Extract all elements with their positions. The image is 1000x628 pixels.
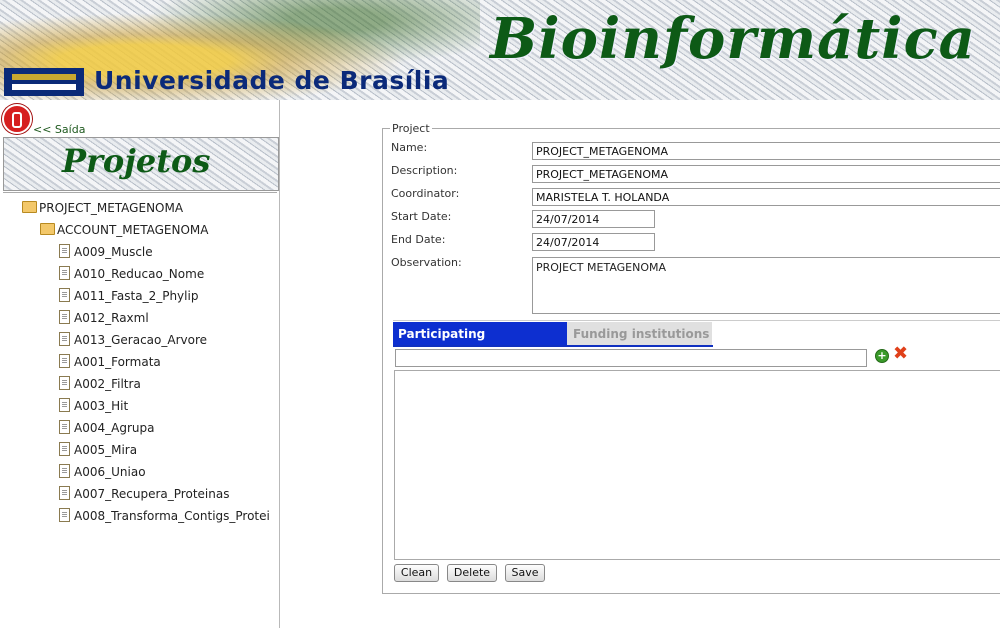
tree-activity-node[interactable]: A005_Mira [59, 442, 137, 458]
tree-project-label: PROJECT_METAGENOMA [39, 201, 184, 215]
tree-activity-label: A005_Mira [74, 443, 138, 457]
folder-icon [40, 223, 55, 235]
document-icon [59, 310, 70, 324]
institutions-list[interactable] [394, 370, 1000, 560]
description-field[interactable]: PROJECT_METAGENOMA [532, 165, 1000, 183]
tree-activity-node[interactable]: A010_Reducao_Nome [59, 266, 204, 282]
university-name: Universidade de Brasília [94, 66, 450, 95]
tree-project-node[interactable]: PROJECT_METAGENOMA [22, 200, 183, 216]
tab-underline [393, 345, 713, 347]
coordinator-label: Coordinator: [391, 187, 460, 200]
end-date-label: End Date: [391, 233, 446, 246]
tree-account-node[interactable]: ACCOUNT_METAGENOMA [40, 222, 209, 238]
document-icon [59, 288, 70, 302]
document-icon [59, 420, 70, 434]
tree-activity-node[interactable]: A009_Muscle [59, 244, 153, 260]
power-icon[interactable] [2, 104, 32, 134]
tab-participating-institutions[interactable]: Participating institutions [393, 322, 567, 365]
tree-activity-label: A009_Muscle [74, 245, 153, 259]
tree-activity-node[interactable]: A002_Filtra [59, 376, 141, 392]
document-icon [59, 354, 70, 368]
end-date-field[interactable]: 24/07/2014 [532, 233, 655, 251]
document-icon [59, 442, 70, 456]
tree-activity-label: A002_Filtra [74, 377, 141, 391]
tree-activity-label: A001_Formata [74, 355, 161, 369]
observation-label: Observation: [391, 256, 462, 269]
coordinator-field[interactable]: MARISTELA T. HOLANDA [532, 188, 1000, 206]
clean-button[interactable]: Clean [394, 564, 439, 582]
tree-activity-node[interactable]: A013_Geracao_Arvore [59, 332, 207, 348]
tree-activity-node[interactable]: A001_Formata [59, 354, 161, 370]
tree-activity-label: A004_Agrupa [74, 421, 155, 435]
sidebar: << Saída Projetos PROJECT_METAGENOMA ACC… [0, 100, 280, 628]
projects-title: Projetos [3, 137, 279, 191]
tree-activity-node[interactable]: A012_Raxml [59, 310, 149, 326]
start-date-field[interactable]: 24/07/2014 [532, 210, 655, 228]
tree-activity-label: A008_Transforma_Contigs_Protei [74, 509, 270, 523]
tree-activity-node[interactable]: A004_Agrupa [59, 420, 154, 436]
site-title: Bioinformática [490, 6, 976, 72]
exit-link[interactable]: << Saída [33, 123, 85, 136]
description-label: Description: [391, 164, 458, 177]
delete-button[interactable]: Delete [447, 564, 497, 582]
tree-activity-label: A003_Hit [74, 399, 129, 413]
tree-activity-label: A011_Fasta_2_Phylip [74, 289, 199, 303]
projects-title-text: Projetos [62, 142, 211, 180]
tree-activity-node[interactable]: A006_Uniao [59, 464, 146, 480]
tree-activity-label: A006_Uniao [74, 465, 146, 479]
tree-activity-node[interactable]: A008_Transforma_Contigs_Protei [59, 508, 278, 524]
document-icon [59, 464, 70, 478]
name-field[interactable]: PROJECT_METAGENOMA [532, 142, 1000, 160]
document-icon [59, 486, 70, 500]
document-icon [59, 332, 70, 346]
tree-activity-label: A007_Recupera_Proteinas [74, 487, 230, 501]
divider [3, 192, 277, 193]
fieldset-legend: Project [390, 122, 432, 135]
tree-activity-label: A010_Reducao_Nome [74, 267, 205, 281]
tree-activity-node[interactable]: A007_Recupera_Proteinas [59, 486, 229, 502]
name-label: Name: [391, 141, 428, 154]
remove-icon[interactable]: ✖ [893, 345, 908, 363]
document-icon [59, 376, 70, 390]
tree-activity-node[interactable]: A011_Fasta_2_Phylip [59, 288, 198, 304]
tree-activity-label: A012_Raxml [74, 311, 149, 325]
observation-field[interactable]: PROJECT METAGENOMA [532, 257, 1000, 314]
save-button[interactable]: Save [505, 564, 545, 582]
document-icon [59, 244, 70, 258]
unb-logo [4, 68, 84, 96]
add-icon[interactable]: + [875, 349, 889, 363]
tree-activity-label: A013_Geracao_Arvore [74, 333, 208, 347]
institution-input[interactable] [395, 349, 867, 367]
header-banner: Universidade de Brasília Bioinformática [0, 0, 1000, 100]
start-date-label: Start Date: [391, 210, 452, 223]
tab-funding-institutions[interactable]: Funding institutions [567, 322, 712, 346]
tree-account-label: ACCOUNT_METAGENOMA [57, 223, 209, 237]
document-icon [59, 398, 70, 412]
document-icon [59, 266, 70, 280]
folder-open-icon [22, 201, 37, 213]
institutions-tabs: Participating institutions Funding insti… [393, 320, 1000, 365]
document-icon [59, 508, 70, 522]
tree-activity-node[interactable]: A003_Hit [59, 398, 128, 414]
